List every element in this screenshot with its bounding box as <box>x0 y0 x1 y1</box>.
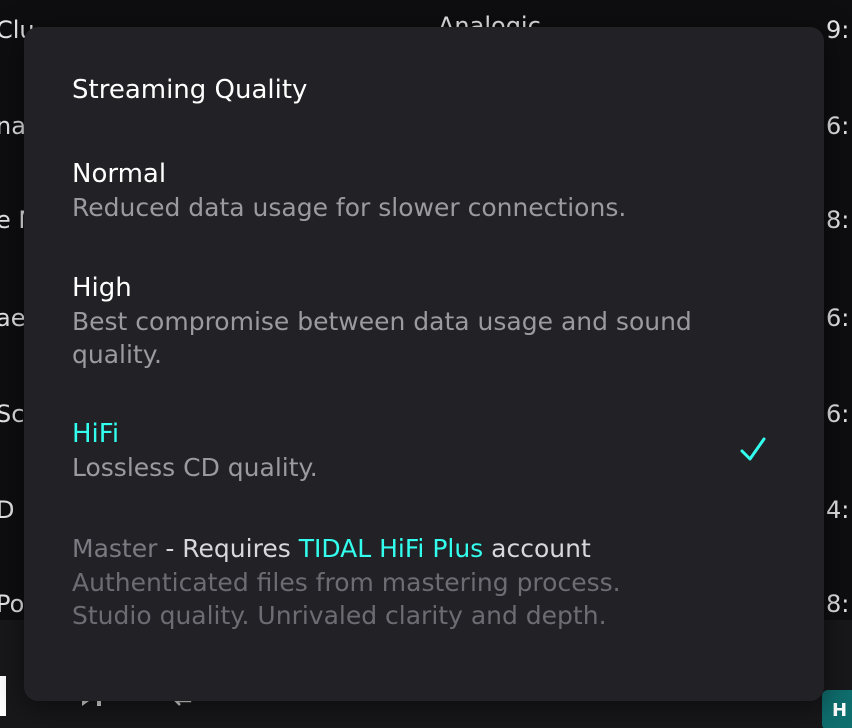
background-row-time: 6: <box>826 304 850 332</box>
option-label: HiFi <box>72 419 120 449</box>
requirement-prefix: - Requires <box>157 534 299 563</box>
checkmark-icon <box>740 437 766 461</box>
option-label: High <box>72 273 132 303</box>
option-label: Master <box>72 534 158 563</box>
tidal-hifi-plus-link[interactable]: TIDAL HiFi Plus <box>299 534 484 563</box>
streaming-quality-dialog: Streaming Quality Normal Reduced data us… <box>24 27 824 701</box>
option-normal[interactable]: Normal Reduced data usage for slower con… <box>72 157 772 224</box>
background-row-time: 6: <box>826 400 850 428</box>
option-description: Reduced data usage for slower connection… <box>72 193 627 222</box>
background-row-title: D <box>0 496 15 524</box>
requirement-suffix: account <box>483 534 591 563</box>
background-row-title: Sc <box>0 400 25 428</box>
album-art[interactable] <box>0 676 6 716</box>
background-row-time: 8: <box>826 590 850 618</box>
background-row-time: 6: <box>826 112 850 140</box>
dialog-title: Streaming Quality <box>72 75 308 105</box>
background-row-title: ae <box>0 304 26 332</box>
option-description-line1: Authenticated files from mastering proce… <box>72 568 621 597</box>
option-description-line1: Best compromise between data usage and s… <box>72 307 692 336</box>
hifi-badge[interactable]: H <box>822 690 852 728</box>
option-high[interactable]: High Best compromise between data usage … <box>72 271 772 371</box>
option-description: Lossless CD quality. <box>72 453 318 482</box>
option-master[interactable]: Master - Requires TIDAL HiFi Plus accoun… <box>72 532 772 632</box>
option-description-line2: Studio quality. Unrivaled clarity and de… <box>72 601 607 630</box>
background-row-time: 8: <box>826 206 850 234</box>
option-hifi[interactable]: HiFi Lossless CD quality. <box>72 417 772 484</box>
option-description-line2: quality. <box>72 340 162 369</box>
background-row-title: Po <box>0 590 25 618</box>
background-row-time: 9: <box>826 16 850 44</box>
background-row-time: 4: <box>826 496 850 524</box>
option-label: Normal <box>72 159 167 189</box>
option-master-header: Master - Requires TIDAL HiFi Plus accoun… <box>72 532 772 566</box>
